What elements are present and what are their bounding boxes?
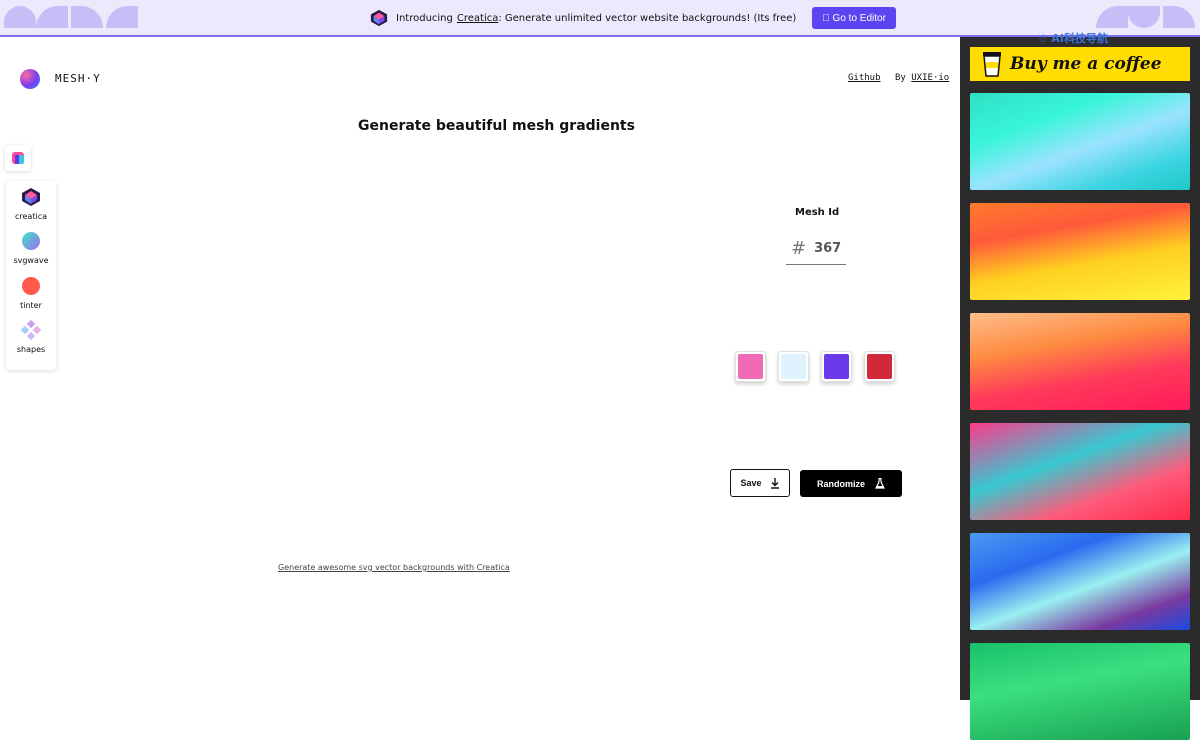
author-credit: By UXIE·io: [895, 73, 949, 83]
randomize-label: Randomize: [816, 478, 865, 489]
tools-sidebar: creatica svgwave tinter shapes: [6, 181, 56, 370]
creatica-link[interactable]: Creatica: [457, 13, 498, 24]
gradient-thumbnail[interactable]: [970, 533, 1190, 630]
flask-icon: [875, 478, 885, 489]
mesh-id-value[interactable]: 367: [814, 241, 841, 256]
color-swatch-4[interactable]: [864, 351, 895, 382]
sidebar-item-tinter[interactable]: tinter: [6, 276, 56, 310]
tinter-icon: [22, 277, 40, 295]
mesh-id-field[interactable]: # 367: [786, 233, 846, 265]
hash-icon: #: [791, 238, 807, 259]
download-icon: [770, 477, 779, 489]
bmc-label: Buy me a coffee: [1010, 54, 1162, 74]
sidebar-item-shapes[interactable]: shapes: [6, 319, 56, 354]
color-swatch-3[interactable]: [821, 351, 852, 382]
tools-toggle[interactable]: [5, 145, 31, 171]
gradient-thumbnail[interactable]: [970, 643, 1190, 740]
gradient-thumbnail[interactable]: [970, 313, 1190, 410]
banner-decoration-left: [4, 6, 138, 28]
banner-decoration-right: [1096, 6, 1195, 28]
sidebar-item-creatica[interactable]: creatica: [6, 187, 56, 221]
shapes-icon: [20, 319, 42, 341]
swatch-fill: [738, 354, 763, 379]
randomize-button[interactable]: Randomize: [800, 470, 902, 497]
color-swatch-2[interactable]: [778, 351, 809, 382]
color-swatch-1[interactable]: [735, 351, 766, 382]
mesh-id-label: Mesh Id: [795, 207, 840, 218]
brand-name[interactable]: MESH·Y: [55, 72, 101, 85]
go-to-editor-button[interactable]:  Go to Editor: [812, 7, 896, 29]
meshy-logo-icon[interactable]: [20, 69, 40, 89]
creatica-icon: [22, 188, 40, 206]
announcement-banner: Introducing Creatica: Generate unlimited…: [0, 0, 1200, 37]
sidebar-item-svgwave[interactable]: svgwave: [6, 231, 56, 265]
watermark: ☃ AI科技导航: [1037, 32, 1108, 45]
coffee-cup-icon: [983, 52, 1001, 77]
banner-text: : Generate unlimited vector website back…: [498, 12, 797, 24]
by-prefix: By: [895, 73, 906, 83]
creatica-promo-link[interactable]: Generate awesome svg vector backgrounds …: [278, 563, 510, 572]
sidebar-item-label: shapes: [16, 345, 46, 354]
creatica-logo-icon: [370, 9, 388, 27]
sidebar-item-label: tinter: [20, 301, 42, 310]
save-button[interactable]: Save: [730, 469, 790, 497]
page-title: Generate beautiful mesh gradients: [358, 118, 635, 134]
uxie-link[interactable]: UXIE·io: [911, 73, 949, 83]
swatch-fill: [867, 354, 892, 379]
tools-logo-icon: [12, 152, 24, 164]
gallery-sidebar: Buy me a coffee: [960, 37, 1200, 740]
banner-intro: Introducing: [396, 12, 453, 24]
gradient-thumbnail[interactable]: [970, 423, 1190, 520]
swatch-fill: [824, 354, 849, 379]
sidebar-item-label: svgwave: [13, 256, 49, 265]
github-link[interactable]: Github: [848, 73, 881, 83]
gradient-thumbnail[interactable]: [970, 93, 1190, 190]
sidebar-item-label: creatica: [15, 212, 47, 221]
gradient-thumbnail[interactable]: [970, 203, 1190, 300]
save-label: Save: [740, 478, 762, 488]
svgwave-icon: [22, 232, 40, 250]
buy-me-a-coffee-button[interactable]: Buy me a coffee: [970, 47, 1190, 81]
swatch-fill: [781, 354, 806, 379]
